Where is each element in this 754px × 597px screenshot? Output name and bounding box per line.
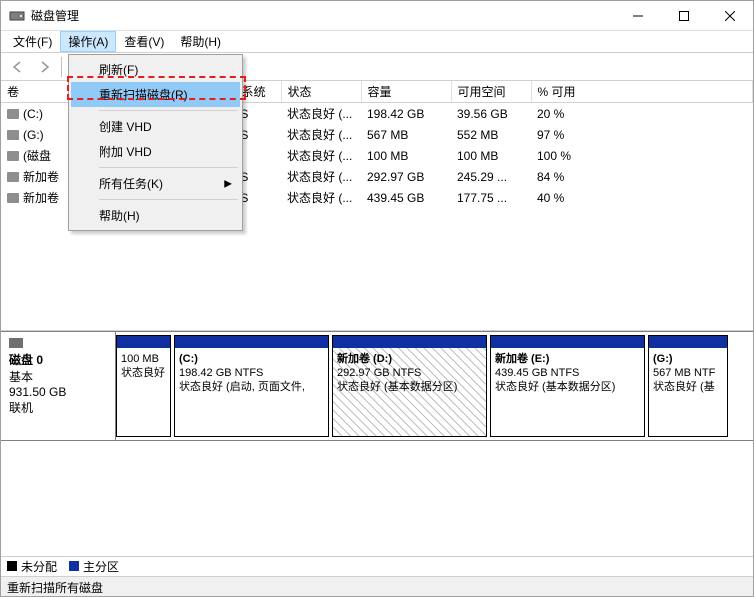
- cell-pct: 100 %: [531, 145, 753, 166]
- legend-unallocated: 未分配: [7, 558, 57, 575]
- col-volume[interactable]: 卷: [1, 81, 71, 103]
- partition-header: [117, 336, 170, 348]
- menu-view[interactable]: 查看(V): [116, 31, 172, 52]
- col-capacity[interactable]: 容量: [361, 81, 451, 103]
- partition-status: 状态良好 (基本数据分区): [337, 381, 457, 393]
- menu-attach-vhd[interactable]: 附加 VHD: [71, 139, 240, 164]
- cell-pct: 97 %: [531, 124, 753, 145]
- cell-pct: 40 %: [531, 187, 753, 208]
- partition[interactable]: 新加卷 (D:) 292.97 GB NTFS 状态良好 (基本数据分区): [332, 335, 487, 437]
- cell-status: 状态良好 (...: [281, 145, 361, 166]
- back-button[interactable]: [7, 56, 29, 78]
- menu-help[interactable]: 帮助(H): [71, 203, 240, 228]
- col-status[interactable]: 状态: [281, 81, 361, 103]
- disk-icon: [9, 338, 23, 348]
- partition-size: 100 MB: [121, 353, 159, 365]
- cell-capacity: 198.42 GB: [361, 103, 451, 125]
- cell-free: 552 MB: [451, 124, 531, 145]
- cell-status: 状态良好 (...: [281, 187, 361, 208]
- disk-mgmt-icon: [9, 8, 25, 24]
- cell-free: 100 MB: [451, 145, 531, 166]
- toolbar-btn-3[interactable]: [725, 56, 747, 78]
- cell-status: 状态良好 (...: [281, 124, 361, 145]
- cell-status: 状态良好 (...: [281, 166, 361, 187]
- cell-volume: (G:): [23, 128, 44, 142]
- partition-label: 新加卷 (D:): [337, 353, 392, 365]
- cell-volume: (C:): [23, 107, 43, 121]
- partition-status: 状态良好: [121, 367, 165, 379]
- volume-icon: [7, 172, 19, 182]
- partition[interactable]: 新加卷 (E:) 439.45 GB NTFS 状态良好 (基本数据分区): [490, 335, 645, 437]
- partition-header: [333, 336, 486, 348]
- disk-type: 基本: [9, 368, 107, 385]
- menu-help[interactable]: 帮助(H): [172, 31, 229, 52]
- partition-size: 292.97 GB NTFS: [337, 367, 421, 379]
- volume-icon: [7, 130, 19, 140]
- partition-status: 状态良好 (基本数据分区): [495, 381, 615, 393]
- cell-pct: 84 %: [531, 166, 753, 187]
- menu-action[interactable]: 操作(A): [60, 31, 116, 52]
- cell-capacity: 567 MB: [361, 124, 451, 145]
- titlebar: 磁盘管理: [1, 1, 753, 31]
- partition-status: 状态良好 (基: [653, 381, 715, 393]
- maximize-button[interactable]: [661, 1, 707, 31]
- forward-button[interactable]: [33, 56, 55, 78]
- volume-icon: [7, 151, 19, 161]
- partition[interactable]: (G:) 567 MB NTF 状态良好 (基: [648, 335, 728, 437]
- status-bar: 重新扫描所有磁盘: [1, 576, 753, 596]
- disk-info[interactable]: 磁盘 0 基本 931.50 GB 联机: [1, 332, 116, 440]
- disk-state: 联机: [9, 399, 107, 416]
- cell-volume: 新加卷: [23, 170, 59, 184]
- volume-icon: [7, 193, 19, 203]
- volume-icon: [7, 109, 19, 119]
- cell-status: 状态良好 (...: [281, 103, 361, 125]
- partition-header: [491, 336, 644, 348]
- cell-pct: 20 %: [531, 103, 753, 125]
- menu-refresh[interactable]: 刷新(F): [71, 57, 240, 82]
- menu-rescan-disks[interactable]: 重新扫描磁盘(R): [71, 82, 240, 107]
- minimize-button[interactable]: [615, 1, 661, 31]
- cell-volume: (磁盘: [23, 149, 51, 163]
- partition-label: (G:): [653, 353, 673, 365]
- menubar: 文件(F) 操作(A) 查看(V) 帮助(H): [1, 31, 753, 53]
- cell-free: 245.29 ...: [451, 166, 531, 187]
- partition-header: [649, 336, 727, 348]
- cell-volume: 新加卷: [23, 191, 59, 205]
- legend: 未分配 主分区: [1, 556, 753, 576]
- cell-capacity: 292.97 GB: [361, 166, 451, 187]
- partition-label: (C:): [179, 353, 198, 365]
- partition-size: 567 MB NTF: [653, 367, 715, 379]
- menu-create-vhd[interactable]: 创建 VHD: [71, 114, 240, 139]
- disk-name: 磁盘 0: [9, 351, 107, 368]
- partition-header: [175, 336, 328, 348]
- partition-label: 新加卷 (E:): [495, 353, 549, 365]
- submenu-arrow-icon: ▶: [224, 178, 232, 189]
- menu-all-tasks[interactable]: 所有任务(K)▶: [71, 171, 240, 196]
- partition-size: 439.45 GB NTFS: [495, 367, 579, 379]
- disk-size: 931.50 GB: [9, 385, 107, 399]
- cell-free: 177.75 ...: [451, 187, 531, 208]
- action-menu-dropdown: 刷新(F) 重新扫描磁盘(R) 创建 VHD 附加 VHD 所有任务(K)▶ 帮…: [68, 54, 243, 231]
- cell-capacity: 100 MB: [361, 145, 451, 166]
- cell-capacity: 439.45 GB: [361, 187, 451, 208]
- legend-primary: 主分区: [69, 558, 119, 575]
- empty-area: [1, 441, 753, 556]
- cell-free: 39.56 GB: [451, 103, 531, 125]
- partition[interactable]: (C:) 198.42 GB NTFS 状态良好 (启动, 页面文件,: [174, 335, 329, 437]
- col-free[interactable]: 可用空间: [451, 81, 531, 103]
- partition-status: 状态良好 (启动, 页面文件,: [179, 381, 305, 393]
- menu-file[interactable]: 文件(F): [5, 31, 60, 52]
- partition[interactable]: 100 MB 状态良好: [116, 335, 171, 437]
- disk-graphical-view: 磁盘 0 基本 931.50 GB 联机 100 MB 状态良好 (C:) 198.4…: [1, 331, 753, 441]
- partition-size: 198.42 GB NTFS: [179, 367, 263, 379]
- col-pctfree[interactable]: % 可用: [531, 81, 753, 103]
- close-button[interactable]: [707, 1, 753, 31]
- window-title: 磁盘管理: [31, 7, 615, 24]
